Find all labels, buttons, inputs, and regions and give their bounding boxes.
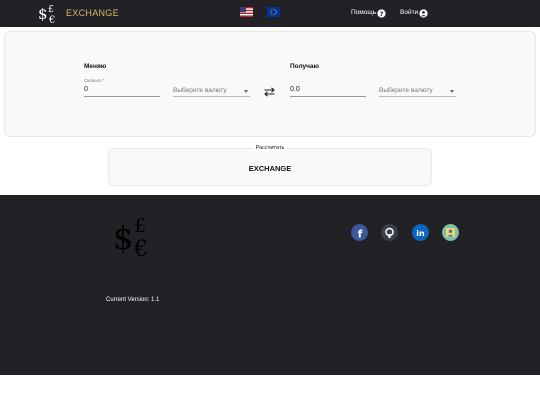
svg-text:in: in — [416, 229, 425, 238]
svg-text:f: f — [358, 228, 363, 241]
version-text: Current Version: 1.1 — [106, 297, 160, 303]
calculate-legend: Рассчитать — [0, 145, 540, 151]
svg-text:£: £ — [48, 5, 54, 15]
get-currency-select[interactable]: Выберите валюту — [379, 85, 456, 97]
exchange-button[interactable]: EXCHANGE — [0, 164, 540, 173]
chevron-down-icon — [450, 90, 454, 93]
swap-arrows-icon[interactable] — [263, 87, 276, 97]
give-currency-select[interactable]: Выберите валюту — [173, 85, 250, 97]
profile-icon[interactable] — [442, 224, 459, 241]
flag-us-icon[interactable] — [240, 7, 253, 17]
give-amount-input[interactable]: 0 — [84, 85, 160, 97]
amount-label: Сколько * — [84, 78, 105, 83]
github-icon[interactable] — [381, 224, 398, 241]
calculate-label: Рассчитать — [252, 145, 288, 151]
svg-text:€: € — [133, 237, 148, 258]
give-currency-placeholder: Выберите валюту — [173, 87, 227, 94]
footer — [0, 195, 540, 375]
help-icon[interactable]: ? — [377, 9, 386, 18]
login-link[interactable]: Войти — [400, 9, 418, 16]
svg-text:€: € — [48, 15, 55, 24]
converter-card — [4, 31, 536, 137]
get-section-title: Получаю — [290, 63, 320, 70]
flag-eu-icon[interactable] — [267, 7, 280, 17]
give-section-title: Меняю — [84, 63, 107, 70]
currency-symbols-icon: $ £ € — [113, 215, 148, 258]
account-icon[interactable] — [419, 9, 428, 18]
brand-title[interactable]: EXCHANGE — [66, 8, 119, 18]
svg-text:$: $ — [38, 5, 48, 23]
get-amount-input[interactable]: 0.0 — [290, 85, 366, 97]
facebook-icon[interactable]: f — [351, 224, 368, 241]
chevron-down-icon — [244, 90, 248, 93]
get-currency-placeholder: Выберите валюту — [379, 87, 433, 94]
svg-text:$: $ — [113, 219, 133, 257]
svg-text:£: £ — [134, 215, 146, 237]
svg-text:?: ? — [380, 11, 384, 18]
help-link[interactable]: Помощь — [351, 9, 376, 16]
currency-symbols-icon[interactable]: $ £ € — [38, 2, 62, 24]
linkedin-icon[interactable]: in — [412, 224, 429, 241]
